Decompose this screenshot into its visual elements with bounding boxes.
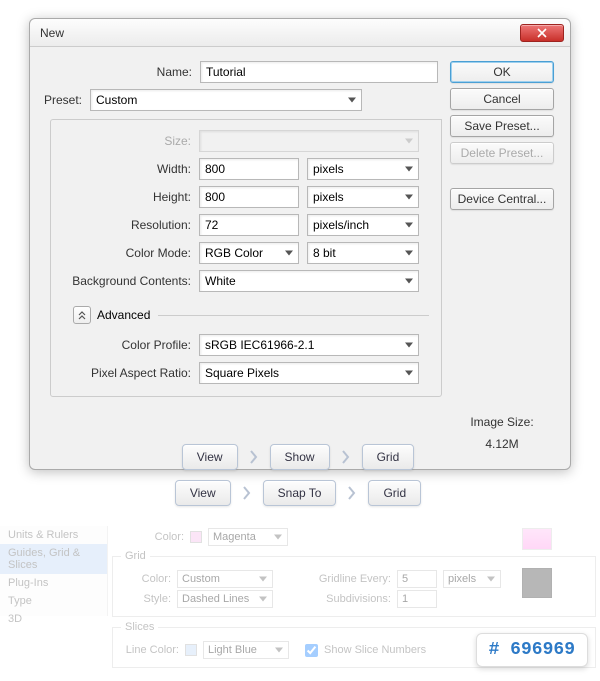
grid-color-label: Color: bbox=[121, 573, 171, 585]
save-preset-button[interactable]: Save Preset... bbox=[450, 115, 554, 137]
chevron-right-icon bbox=[340, 448, 352, 466]
grid-legend: Grid bbox=[121, 550, 150, 562]
guides-color-select[interactable] bbox=[208, 528, 288, 546]
colormode-label: Color Mode: bbox=[59, 246, 199, 260]
dialog-title: New bbox=[40, 26, 64, 40]
colorprofile-select[interactable] bbox=[199, 334, 419, 356]
colorprofile-label: Color Profile: bbox=[59, 338, 199, 352]
preset-label: Preset: bbox=[34, 93, 90, 107]
preset-fieldset: Size: Width: Height: bbox=[50, 119, 442, 397]
colordepth-select[interactable] bbox=[307, 242, 419, 264]
ok-button[interactable]: OK bbox=[450, 61, 554, 83]
menu-path-hints: View Show Grid View Snap To Grid bbox=[118, 444, 478, 516]
guides-color-label: Color: bbox=[134, 531, 184, 543]
new-document-dialog: New Name: Preset: Size: bbox=[29, 18, 571, 470]
menu-grid[interactable]: Grid bbox=[368, 480, 421, 506]
grid-style-label: Style: bbox=[121, 593, 171, 605]
show-slice-numbers-label: Show Slice Numbers bbox=[324, 644, 426, 656]
gridline-input[interactable] bbox=[397, 570, 437, 588]
size-select bbox=[199, 130, 419, 152]
width-label: Width: bbox=[59, 162, 199, 176]
bg-select[interactable] bbox=[199, 270, 419, 292]
image-size-label: Image Size: bbox=[470, 415, 533, 429]
device-central-button[interactable]: Device Central... bbox=[450, 188, 554, 210]
hex-color-callout: # 696969 bbox=[476, 633, 588, 667]
chevron-up-double-icon bbox=[77, 310, 87, 320]
magenta-swatch-icon bbox=[190, 531, 202, 543]
magenta-preview-swatch bbox=[522, 528, 552, 550]
sidebar-item-plugins[interactable]: Plug-Ins bbox=[0, 574, 107, 592]
show-slice-numbers-checkbox[interactable] bbox=[305, 644, 318, 657]
menu-show[interactable]: Show bbox=[270, 444, 330, 470]
bg-label: Background Contents: bbox=[59, 274, 199, 288]
lightblue-swatch-icon bbox=[185, 644, 197, 656]
menu-snapto[interactable]: Snap To bbox=[263, 480, 337, 506]
pixelaspect-label: Pixel Aspect Ratio: bbox=[59, 366, 199, 380]
chevron-right-icon bbox=[241, 484, 253, 502]
height-label: Height: bbox=[59, 190, 199, 204]
grid-preview-swatch bbox=[522, 568, 552, 598]
width-unit-select[interactable] bbox=[307, 158, 419, 180]
divider bbox=[158, 315, 429, 316]
menu-view[interactable]: View bbox=[175, 480, 231, 506]
pixelaspect-select[interactable] bbox=[199, 362, 419, 384]
sidebar-item-type[interactable]: Type bbox=[0, 592, 107, 610]
chevron-right-icon bbox=[248, 448, 260, 466]
name-label: Name: bbox=[42, 65, 200, 79]
slices-legend: Slices bbox=[121, 621, 158, 633]
close-button[interactable] bbox=[520, 24, 564, 42]
image-size-value: 4.12M bbox=[470, 437, 533, 451]
sidebar-item-3d[interactable]: 3D bbox=[0, 610, 107, 628]
name-input[interactable] bbox=[200, 61, 438, 83]
prefs-sidebar: Units & Rulers Guides, Grid & Slices Plu… bbox=[0, 526, 108, 616]
menu-view[interactable]: View bbox=[182, 444, 238, 470]
grid-style-select[interactable] bbox=[177, 590, 273, 608]
delete-preset-button: Delete Preset... bbox=[450, 142, 554, 164]
size-label: Size: bbox=[59, 134, 199, 148]
form-area: Name: Preset: Size: bbox=[42, 61, 446, 451]
resolution-unit-select[interactable] bbox=[307, 214, 419, 236]
titlebar: New bbox=[30, 19, 570, 47]
cancel-button[interactable]: Cancel bbox=[450, 88, 554, 110]
advanced-toggle[interactable] bbox=[73, 306, 91, 324]
advanced-label: Advanced bbox=[97, 308, 150, 322]
linecolor-label: Line Color: bbox=[121, 644, 179, 656]
resolution-input[interactable] bbox=[199, 214, 299, 236]
resolution-label: Resolution: bbox=[59, 218, 199, 232]
height-unit-select[interactable] bbox=[307, 186, 419, 208]
gridline-unit-select[interactable] bbox=[443, 570, 501, 588]
preset-select[interactable] bbox=[90, 89, 362, 111]
grid-color-select[interactable] bbox=[177, 570, 273, 588]
width-input[interactable] bbox=[199, 158, 299, 180]
subdiv-label: Subdivisions: bbox=[313, 593, 391, 605]
button-column: OK Cancel Save Preset... Delete Preset..… bbox=[446, 61, 558, 451]
gridline-label: Gridline Every: bbox=[313, 573, 391, 585]
height-input[interactable] bbox=[199, 186, 299, 208]
subdiv-input[interactable] bbox=[397, 590, 437, 608]
linecolor-select[interactable] bbox=[203, 641, 289, 659]
colormode-select[interactable] bbox=[199, 242, 299, 264]
close-icon bbox=[537, 28, 547, 38]
sidebar-item-guides[interactable]: Guides, Grid & Slices bbox=[0, 544, 107, 574]
sidebar-item-units[interactable]: Units & Rulers bbox=[0, 526, 107, 544]
menu-grid[interactable]: Grid bbox=[362, 444, 415, 470]
chevron-right-icon bbox=[346, 484, 358, 502]
